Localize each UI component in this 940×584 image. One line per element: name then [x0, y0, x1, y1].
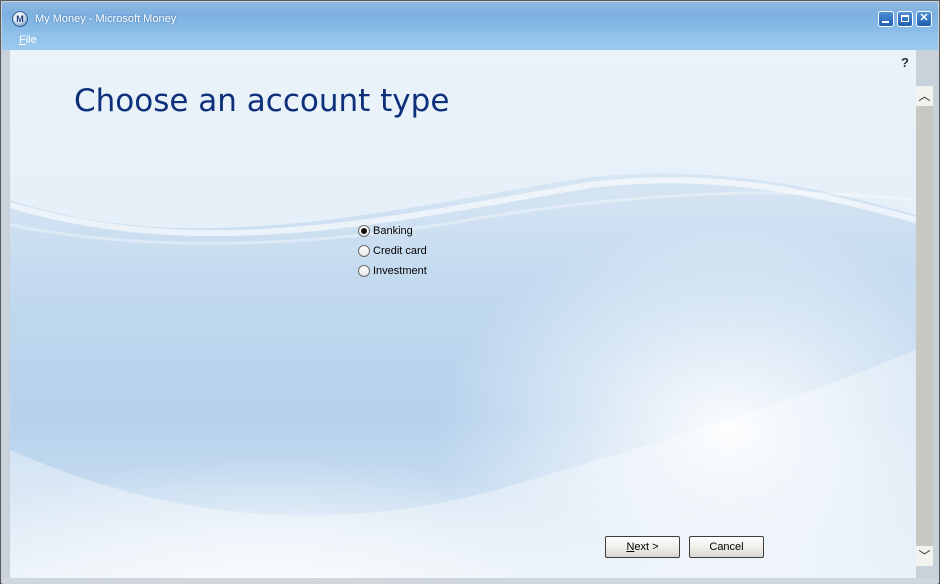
window-title: My Money - Microsoft Money	[35, 13, 177, 25]
radio-banking[interactable]: Banking	[358, 223, 413, 239]
maximize-button[interactable]	[897, 11, 913, 27]
minimize-icon	[882, 21, 889, 23]
title-bar[interactable]: M My Money - Microsoft Money ✕	[2, 2, 938, 32]
radio-button-credit-card[interactable]	[358, 245, 370, 257]
next-button-label: ext >	[634, 541, 659, 553]
scroll-down-icon[interactable]: ﹀	[916, 546, 933, 566]
content-area: Choose an account type	[10, 50, 916, 578]
radio-label-banking: Banking	[373, 225, 413, 237]
menu-file[interactable]: File	[19, 34, 37, 46]
close-icon: ✕	[919, 12, 929, 24]
menu-bar: File	[2, 32, 938, 50]
menu-file-rest: ile	[25, 34, 37, 46]
radio-credit-card[interactable]: Credit card	[358, 243, 427, 259]
background-waves	[10, 50, 916, 578]
help-icon[interactable]: ?	[898, 56, 912, 70]
radio-button-banking[interactable]	[358, 225, 370, 237]
page-title: Choose an account type	[74, 83, 450, 119]
window-bottom-border	[2, 578, 938, 584]
main-window: M My Money - Microsoft Money ✕ File Choo…	[0, 0, 940, 584]
scroll-thumb[interactable]	[916, 106, 933, 546]
radio-investment[interactable]: Investment	[358, 263, 427, 279]
close-button[interactable]: ✕	[916, 11, 932, 27]
scroll-up-icon[interactable]: ︿	[916, 86, 933, 106]
maximize-icon	[901, 15, 909, 22]
money-app-icon[interactable]: M	[12, 11, 28, 27]
menu-file-accelerator: F	[19, 34, 26, 46]
radio-label-credit-card: Credit card	[373, 245, 427, 257]
radio-label-investment: Investment	[373, 265, 427, 277]
radio-button-investment[interactable]	[358, 265, 370, 277]
cancel-button[interactable]: Cancel	[689, 536, 764, 558]
next-button[interactable]: Next >	[605, 536, 680, 558]
minimize-button[interactable]	[878, 11, 894, 27]
vertical-scrollbar[interactable]: ︿ ﹀	[916, 86, 933, 566]
